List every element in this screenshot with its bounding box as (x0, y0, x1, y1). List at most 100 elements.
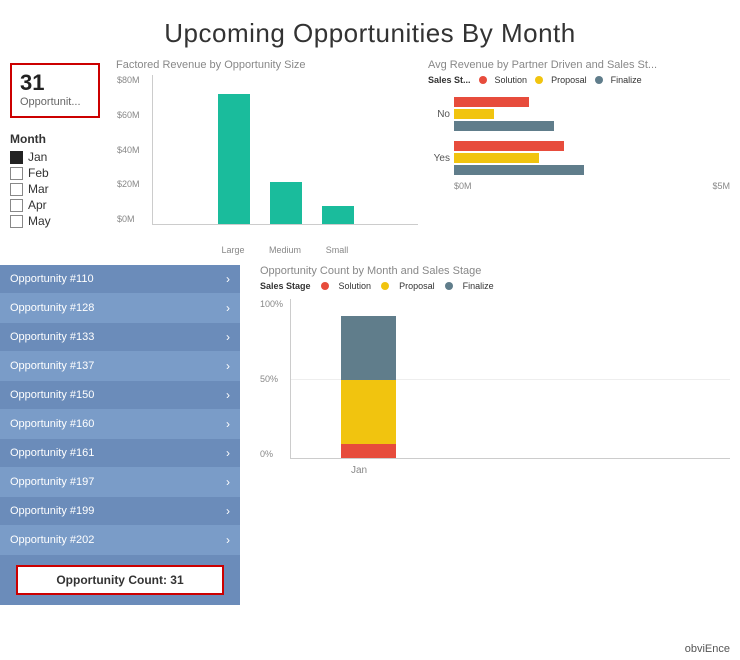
chevron-icon-150: › (226, 388, 230, 402)
legend-label-finalize: Finalize (611, 75, 642, 85)
month-filter: Month Jan Feb Mar Apr (10, 132, 100, 228)
legend-label-proposal: Proposal (551, 75, 587, 85)
stacked-bar-section: Opportunity Count by Month and Sales Sta… (240, 265, 740, 605)
x-label-large: Large (217, 245, 249, 255)
bar-large (218, 94, 250, 224)
filter-may-label: May (28, 214, 51, 228)
filter-mar-label: Mar (28, 182, 49, 196)
checkbox-feb[interactable] (10, 167, 23, 180)
filter-item-mar[interactable]: Mar (10, 182, 100, 196)
checkbox-jan[interactable] (10, 151, 23, 164)
y-label-80m: $80M (117, 75, 140, 85)
bar-chart-area: $80M $60M $40M $20M $0M (152, 75, 418, 225)
list-item-160[interactable]: Opportunity #160 › (0, 410, 240, 439)
opp-list-footer: Opportunity Count: 31 (0, 555, 240, 605)
bars-group (153, 75, 418, 224)
opp-item-text-128: Opportunity #128 (10, 302, 94, 314)
stacked-label-solution: Solution (339, 281, 372, 291)
stacked-legend: Sales Stage Solution Proposal Finalize (260, 281, 730, 291)
opp-item-text-150: Opportunity #150 (10, 389, 94, 401)
stacked-dot-proposal (381, 282, 389, 290)
page-title: Upcoming Opportunities By Month (0, 0, 740, 59)
stacked-plot-area: Jan (290, 299, 730, 459)
y-label-0: 0% (260, 449, 283, 459)
opp-item-text-160: Opportunity #160 (10, 418, 94, 430)
kpi-number: 31 (20, 70, 90, 96)
seg-finalize (341, 316, 396, 380)
y-label-0m: $0M (117, 214, 140, 224)
stacked-bar-jan (341, 316, 396, 458)
y-label-40m: $40M (117, 145, 140, 155)
yes-proposal-bar (454, 153, 539, 163)
factored-revenue-chart: Factored Revenue by Opportunity Size $80… (116, 59, 418, 255)
row-label-yes: Yes (428, 153, 450, 164)
kpi-label: Opportunit... (20, 96, 90, 108)
bar-large-rect (218, 94, 250, 224)
stacked-dot-finalize (445, 282, 453, 290)
filter-item-jan[interactable]: Jan (10, 150, 100, 164)
horiz-x-labels: $0M $5M (454, 181, 730, 191)
avg-revenue-legend: Sales St... Solution Proposal Finalize (428, 75, 730, 85)
list-item-128[interactable]: Opportunity #128 › (0, 294, 240, 323)
x-label-jan: Jan (351, 465, 367, 476)
legend-dot-proposal (535, 76, 543, 84)
legend-sales-stage: Sales St... (428, 75, 471, 85)
avg-revenue-title: Avg Revenue by Partner Driven and Sales … (428, 59, 730, 71)
opp-item-text-202: Opportunity #202 (10, 534, 94, 546)
checkbox-apr[interactable] (10, 199, 23, 212)
stacked-dot-solution (321, 282, 329, 290)
bar-small (322, 206, 354, 224)
chevron-icon-133: › (226, 330, 230, 344)
list-item-110[interactable]: Opportunity #110 › (0, 265, 240, 294)
y-label-50: 50% (260, 374, 283, 384)
list-item-137[interactable]: Opportunity #137 › (0, 352, 240, 381)
stacked-y-labels: 100% 50% 0% (260, 299, 283, 459)
list-item-202[interactable]: Opportunity #202 › (0, 526, 240, 555)
avg-revenue-chart: Avg Revenue by Partner Driven and Sales … (428, 59, 730, 255)
opp-item-text-137: Opportunity #137 (10, 360, 94, 372)
opp-count-footer: Opportunity Count: 31 (16, 565, 224, 595)
stacked-chart-title: Opportunity Count by Month and Sales Sta… (260, 265, 730, 277)
filter-jan-label: Jan (28, 150, 47, 164)
checkbox-may[interactable] (10, 215, 23, 228)
checkbox-mar[interactable] (10, 183, 23, 196)
list-item-133[interactable]: Opportunity #133 › (0, 323, 240, 352)
kpi-box: 31 Opportunit... (10, 63, 100, 118)
filter-apr-label: Apr (28, 198, 47, 212)
no-solution-bar (454, 97, 529, 107)
chevron-icon-199: › (226, 504, 230, 518)
bar-medium (270, 182, 302, 224)
list-item-197[interactable]: Opportunity #197 › (0, 468, 240, 497)
chevron-icon-160: › (226, 417, 230, 431)
y-label-20m: $20M (117, 179, 140, 189)
stacked-label-finalize: Finalize (463, 281, 494, 291)
opportunity-list: Opportunity #110 › Opportunity #128 › Op… (0, 265, 240, 605)
seg-proposal (341, 380, 396, 444)
x-label-small: Small (321, 245, 353, 255)
filter-item-feb[interactable]: Feb (10, 166, 100, 180)
branding: obviEnce (685, 643, 730, 655)
filter-label: Month (10, 132, 100, 146)
filter-item-may[interactable]: May (10, 214, 100, 228)
list-item-150[interactable]: Opportunity #150 › (0, 381, 240, 410)
legend-dot-solution (479, 76, 487, 84)
opp-item-text-133: Opportunity #133 (10, 331, 94, 343)
list-item-199[interactable]: Opportunity #199 › (0, 497, 240, 526)
bar-medium-rect (270, 182, 302, 224)
filter-item-apr[interactable]: Apr (10, 198, 100, 212)
horiz-chart-area: No Yes $0M $ (428, 97, 730, 191)
chevron-icon-202: › (226, 533, 230, 547)
no-finalize-bar (454, 121, 554, 131)
horiz-row-no: No (428, 97, 730, 131)
horiz-bars-no (454, 97, 554, 131)
legend-dot-finalize (595, 76, 603, 84)
stacked-label-proposal: Proposal (399, 281, 435, 291)
list-item-161[interactable]: Opportunity #161 › (0, 439, 240, 468)
bar-y-labels: $80M $60M $40M $20M $0M (117, 75, 140, 224)
x-label-0m: $0M (454, 181, 472, 191)
chevron-icon-137: › (226, 359, 230, 373)
opp-item-text-197: Opportunity #197 (10, 476, 94, 488)
seg-solution (341, 444, 396, 458)
legend-label-solution: Solution (495, 75, 528, 85)
opp-item-text-110: Opportunity #110 (10, 273, 94, 285)
